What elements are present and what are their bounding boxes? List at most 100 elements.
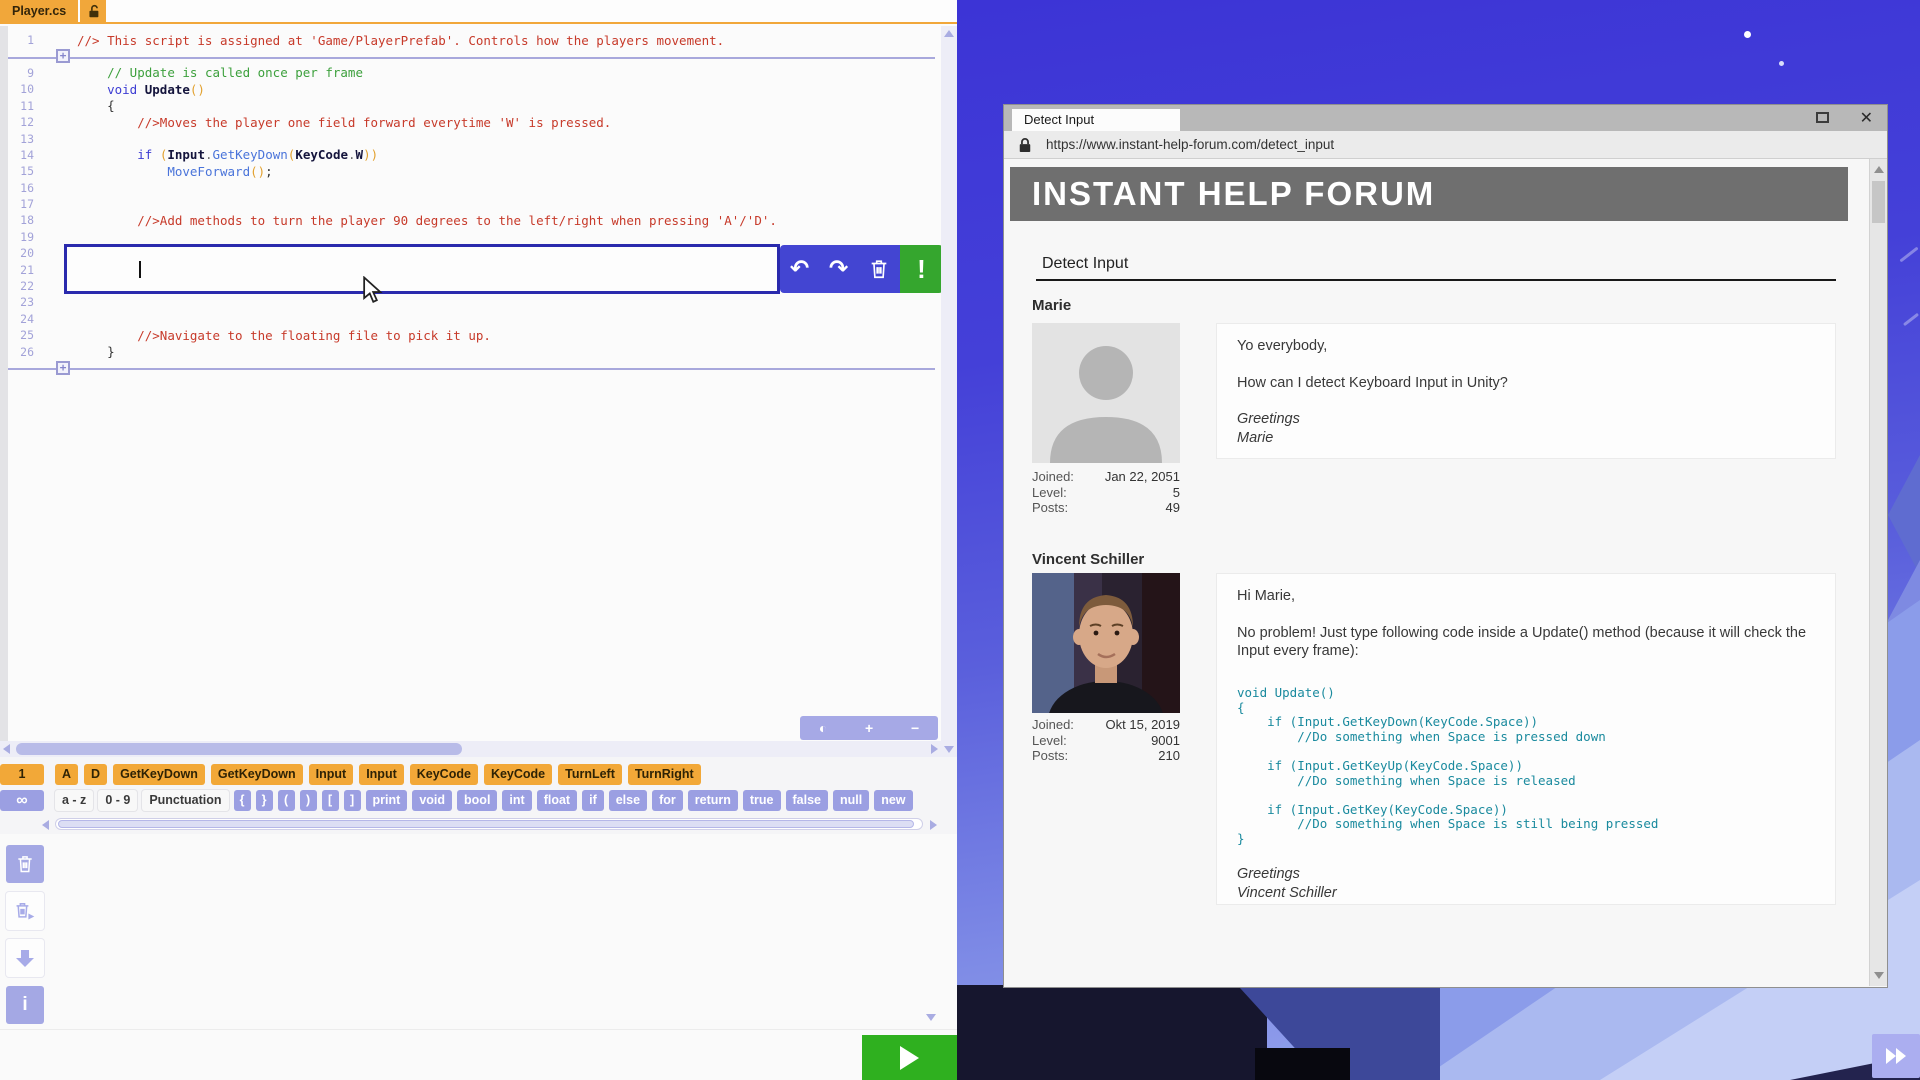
token-d[interactable]: D [84, 764, 107, 785]
code-area[interactable]: 1//> This script is assigned at 'Game/Pl… [0, 26, 941, 741]
token-if[interactable]: if [582, 790, 604, 811]
token-input[interactable]: Input [359, 764, 404, 785]
token-row-variables: AD GetKeyDown GetKeyDown InputInput KeyCode K… [55, 764, 701, 785]
scroll-left-icon[interactable] [3, 744, 10, 754]
post-body: Hi Marie, No problem! Just type followin… [1216, 573, 1836, 905]
token-bool[interactable]: bool [457, 790, 497, 811]
token-[interactable]: ( [278, 790, 295, 811]
code-line: 19 [0, 229, 941, 245]
token-a[interactable]: A [55, 764, 78, 785]
token-keycode[interactable]: KeyCode [484, 764, 552, 785]
fold-expand-button[interactable]: + [56, 49, 70, 63]
code-edit-box[interactable] [64, 244, 780, 294]
token-infinity: ∞ [0, 790, 44, 811]
token-null[interactable]: null [833, 790, 869, 811]
token-false[interactable]: false [786, 790, 829, 811]
token-int[interactable]: int [502, 790, 531, 811]
editor-vertical-scrollbar[interactable] [941, 26, 957, 757]
maximize-icon[interactable] [1816, 112, 1829, 123]
code-text: // Update is called once per frame [42, 65, 363, 80]
token-new[interactable]: new [874, 790, 912, 811]
token-az[interactable]: a - z [55, 790, 93, 811]
scrollbar-thumb[interactable] [16, 743, 462, 755]
scrollbar-thumb[interactable] [58, 820, 914, 828]
editor-zoom-bar[interactable]: ◐ + − [800, 716, 938, 740]
desktop-star [1779, 61, 1784, 66]
delete-icon[interactable] [868, 258, 890, 280]
code-lines: 1//> This script is assigned at 'Game/Pl… [0, 32, 941, 376]
code-line: 18 //>Add methods to turn the player 90 … [0, 212, 941, 228]
code-line: 25 //>Navigate to the floating file to p… [0, 327, 941, 343]
code-line: 14 if (Input.GetKeyDown(KeyCode.W)) [0, 147, 941, 163]
editor-horizontal-scrollbar[interactable] [0, 741, 941, 757]
token-input[interactable]: Input [309, 764, 354, 785]
token-punctuation[interactable]: Punctuation [142, 790, 228, 811]
token-keycode[interactable]: KeyCode [410, 764, 478, 785]
token-return[interactable]: return [688, 790, 738, 811]
contrast-icon[interactable]: ◐ [819, 720, 827, 736]
file-tab[interactable]: Player.cs [0, 0, 78, 22]
delete-tool-button[interactable] [6, 845, 44, 883]
token-[interactable]: [ [322, 790, 339, 811]
browser-titlebar[interactable]: Detect Input ✕ [1004, 105, 1887, 131]
token-for[interactable]: for [652, 790, 683, 811]
post-text: Yo everybody, [1237, 337, 1815, 355]
browser-urlbar[interactable]: https://www.instant-help-forum.com/detec… [1004, 131, 1887, 159]
stat-value: 210 [1158, 748, 1180, 764]
token-float[interactable]: float [537, 790, 577, 811]
delete-run-tool-button[interactable] [6, 892, 44, 930]
token-[interactable]: } [256, 790, 273, 811]
token-[interactable]: { [234, 790, 251, 811]
token-[interactable]: ] [344, 790, 361, 811]
scroll-down-icon[interactable] [1874, 972, 1884, 979]
token-getkeydown[interactable]: GetKeyDown [113, 764, 205, 785]
scroll-up-icon[interactable] [944, 30, 954, 37]
zoom-in-icon[interactable]: + [865, 720, 873, 736]
token-09[interactable]: 0 - 9 [98, 790, 137, 811]
token-print[interactable]: print [366, 790, 408, 811]
stat-value: 5 [1173, 485, 1180, 501]
scroll-right-icon[interactable] [931, 744, 938, 754]
token-turnright[interactable]: TurnRight [628, 764, 701, 785]
browser-scrollbar[interactable] [1869, 159, 1887, 986]
token-else[interactable]: else [609, 790, 647, 811]
url-text[interactable]: https://www.instant-help-forum.com/detec… [1046, 131, 1334, 159]
divider [1036, 279, 1836, 281]
scroll-down-icon[interactable] [944, 746, 954, 753]
info-tool-button[interactable]: i [6, 986, 44, 1024]
fold-expand-button[interactable]: + [56, 361, 70, 375]
code-line: 10 void Update() [0, 81, 941, 97]
token-[interactable]: ) [300, 790, 317, 811]
run-button[interactable] [862, 1035, 957, 1080]
code-text: MoveForward(); [42, 164, 273, 179]
token-void[interactable]: void [412, 790, 452, 811]
code-snippet: void Update() { if (Input.GetKeyDown(Key… [1237, 686, 1815, 847]
scroll-right-icon[interactable] [930, 820, 937, 830]
token-row-keywords: a - z0 - 9Punctuation {}()[]printvoidbool… [55, 790, 913, 811]
stat-label: Level: [1032, 733, 1067, 749]
token-true[interactable]: true [743, 790, 781, 811]
move-down-tool-button[interactable] [6, 939, 44, 977]
code-line: 16 [0, 180, 941, 196]
post-text: No problem! Just type following code ins… [1237, 624, 1815, 660]
forum-page: INSTANT HELP FORUM Detect Input Marie Jo… [1004, 159, 1887, 986]
scroll-up-icon[interactable] [1874, 166, 1884, 173]
unlock-icon[interactable] [80, 0, 106, 22]
scrollbar-thumb[interactable] [1872, 181, 1885, 223]
confirm-button[interactable]: ! [900, 245, 943, 293]
redo-icon[interactable]: ↷ [829, 258, 848, 281]
post-author: Vincent Schiller [1032, 551, 1144, 568]
browser-tab[interactable]: Detect Input [1012, 109, 1180, 131]
token-getkeydown[interactable]: GetKeyDown [211, 764, 303, 785]
stat-label: Level: [1032, 485, 1067, 501]
fast-forward-button[interactable] [1872, 1034, 1920, 1078]
token-turnleft[interactable]: TurnLeft [558, 764, 622, 785]
scroll-down-icon[interactable] [926, 1014, 936, 1021]
scroll-left-icon[interactable] [42, 820, 49, 830]
undo-icon[interactable]: ↶ [790, 258, 809, 281]
code-text: //>Add methods to turn the player 90 deg… [42, 213, 777, 228]
avatar [1032, 323, 1180, 463]
token-scrollbar[interactable] [55, 818, 923, 830]
zoom-out-icon[interactable]: − [911, 720, 919, 736]
close-icon[interactable]: ✕ [1860, 108, 1873, 128]
